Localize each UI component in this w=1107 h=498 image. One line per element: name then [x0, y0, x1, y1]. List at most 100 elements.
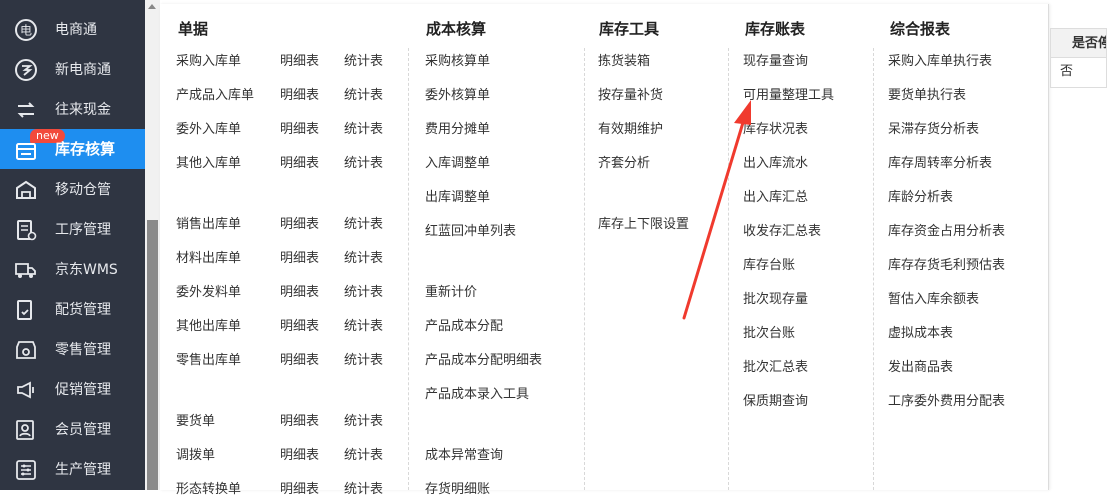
menu-item-report[interactable]: 呆滞存货分析表: [888, 122, 979, 138]
menu-item-doc[interactable]: 材料出库单: [176, 251, 241, 267]
table-header-cell[interactable]: 是否停: [1050, 28, 1107, 58]
menu-item-ledger[interactable]: 库存状况表: [743, 122, 808, 138]
process-icon: [17, 220, 37, 241]
menu-item-doc[interactable]: 销售出库单: [176, 217, 241, 233]
menu-item-cost[interactable]: 产品成本分配明细表: [425, 353, 542, 369]
menu-item-ledger[interactable]: 出入库汇总: [743, 190, 808, 206]
menu-item-doc[interactable]: 调拨单: [176, 448, 215, 464]
sidebar-item-cash[interactable]: 往来现金: [0, 90, 145, 130]
sidebar-item-label: 零售管理: [55, 342, 111, 358]
menu-item-detail[interactable]: 明细表: [280, 482, 319, 498]
menu-item-tool[interactable]: 齐套分析: [598, 156, 650, 172]
menu-item-detail[interactable]: 明细表: [280, 285, 319, 301]
menu-item-report[interactable]: 库龄分析表: [888, 190, 953, 206]
sidebar-item-inventory[interactable]: new 库存核算: [0, 129, 145, 169]
menu-item-report[interactable]: 发出商品表: [888, 360, 953, 376]
menu-item-detail[interactable]: 明细表: [280, 448, 319, 464]
sidebar-item-label: 移动仓管: [55, 182, 111, 198]
menu-item-cost[interactable]: 入库调整单: [425, 156, 490, 172]
menu-item-report[interactable]: 工序委外费用分配表: [888, 394, 1005, 410]
menu-item-report[interactable]: 库存资金占用分析表: [888, 224, 1005, 240]
menu-item-tool[interactable]: 拣货装箱: [598, 54, 650, 70]
scroll-up-arrow-icon[interactable]: [148, 4, 156, 9]
menu-item-report[interactable]: 暂估入库余额表: [888, 292, 979, 308]
menu-item-ledger[interactable]: 批次现存量: [743, 292, 808, 308]
menu-item-stats[interactable]: 统计表: [344, 285, 383, 301]
menu-item-ledger[interactable]: 库存台账: [743, 258, 795, 274]
sidebar-item-ecommerce[interactable]: 电 电商通: [0, 10, 145, 50]
menu-item-detail[interactable]: 明细表: [280, 122, 319, 138]
menu-item-cost[interactable]: 成本异常查询: [425, 448, 503, 464]
menu-item-detail[interactable]: 明细表: [280, 156, 319, 172]
menu-item-stats[interactable]: 统计表: [344, 217, 383, 233]
menu-item-cost[interactable]: 采购核算单: [425, 54, 490, 70]
column-header-reports: 综合报表: [890, 20, 951, 38]
menu-item-stats[interactable]: 统计表: [344, 88, 383, 104]
menu-item-doc[interactable]: 其他出库单: [176, 319, 241, 335]
menu-item-ledger[interactable]: 现存量查询: [743, 54, 808, 70]
menu-item-detail[interactable]: 明细表: [280, 319, 319, 335]
menu-item-available-qty-tool[interactable]: 可用量整理工具: [743, 88, 834, 104]
menu-item-tool[interactable]: 库存上下限设置: [598, 217, 689, 233]
menu-item-stats[interactable]: 统计表: [344, 448, 383, 464]
menu-item-stats[interactable]: 统计表: [344, 353, 383, 369]
menu-item-doc[interactable]: 产成品入库单: [176, 88, 254, 104]
sidebar-item-distribution[interactable]: 配货管理: [0, 290, 145, 330]
sidebar-item-label: 生产管理: [55, 462, 111, 478]
menu-item-detail[interactable]: 明细表: [280, 217, 319, 233]
menu-item-ledger[interactable]: 收发存汇总表: [743, 224, 821, 240]
menu-item-doc[interactable]: 采购入库单: [176, 54, 241, 70]
menu-item-stats[interactable]: 统计表: [344, 319, 383, 335]
menu-item-ledger[interactable]: 出入库流水: [743, 156, 808, 172]
truck-icon: [15, 263, 36, 278]
menu-item-detail[interactable]: 明细表: [280, 353, 319, 369]
menu-item-report[interactable]: 库存存货毛利预估表: [888, 258, 1005, 274]
sidebar-item-promotion[interactable]: 促销管理: [0, 370, 145, 410]
cash-transfer-icon: [17, 102, 35, 118]
menu-item-stats[interactable]: 统计表: [344, 414, 383, 430]
menu-item-doc[interactable]: 要货单: [176, 414, 215, 430]
menu-item-report[interactable]: 要货单执行表: [888, 88, 966, 104]
menu-item-doc[interactable]: 其他入库单: [176, 156, 241, 172]
menu-item-detail[interactable]: 明细表: [280, 251, 319, 267]
menu-item-stats[interactable]: 统计表: [344, 251, 383, 267]
menu-item-tool[interactable]: 按存量补货: [598, 88, 663, 104]
menu-item-detail[interactable]: 明细表: [280, 414, 319, 430]
sidebar-item-process[interactable]: 工序管理: [0, 210, 145, 250]
menu-item-tool[interactable]: 有效期维护: [598, 122, 663, 138]
menu-item-ledger[interactable]: 批次汇总表: [743, 360, 808, 376]
menu-item-ledger[interactable]: 保质期查询: [743, 394, 808, 410]
menu-item-cost[interactable]: 产品成本录入工具: [425, 387, 529, 403]
menu-item-cost[interactable]: 费用分摊单: [425, 122, 490, 138]
menu-item-doc[interactable]: 委外入库单: [176, 122, 241, 138]
menu-item-doc[interactable]: 形态转换单: [176, 482, 241, 498]
menu-item-cost[interactable]: 产品成本分配: [425, 319, 503, 335]
menu-item-stats[interactable]: 统计表: [344, 122, 383, 138]
menu-item-stats[interactable]: 统计表: [344, 156, 383, 172]
column-header-cost: 成本核算: [426, 20, 487, 38]
menu-item-doc[interactable]: 零售出库单: [176, 353, 241, 369]
menu-item-cost[interactable]: 重新计价: [425, 285, 477, 301]
menu-item-cost[interactable]: 委外核算单: [425, 88, 490, 104]
sidebar-item-new-ecommerce[interactable]: 新电商通: [0, 50, 145, 90]
sidebar-item-production[interactable]: 生产管理: [0, 450, 145, 490]
menu-item-cost[interactable]: 红蓝回冲单列表: [425, 224, 516, 240]
menu-item-ledger[interactable]: 批次台账: [743, 326, 795, 342]
menu-item-cost[interactable]: 出库调整单: [425, 190, 490, 206]
menu-item-report[interactable]: 虚拟成本表: [888, 326, 953, 342]
menu-item-report[interactable]: 库存周转率分析表: [888, 156, 992, 172]
menu-item-detail[interactable]: 明细表: [280, 54, 319, 70]
menu-item-detail[interactable]: 明细表: [280, 88, 319, 104]
menu-item-stats[interactable]: 统计表: [344, 482, 383, 498]
sidebar-item-jd-wms[interactable]: 京东WMS: [0, 250, 145, 290]
sidebar-item-retail[interactable]: 零售管理: [0, 330, 145, 370]
sidebar-scrollbar[interactable]: [145, 0, 160, 490]
menu-item-report[interactable]: 采购入库单执行表: [888, 54, 992, 70]
sidebar-item-member[interactable]: 会员管理: [0, 410, 145, 450]
menu-item-stats[interactable]: 统计表: [344, 54, 383, 70]
menu-item-cost[interactable]: 存货明细账: [425, 482, 490, 498]
sidebar-item-mobile-warehouse[interactable]: 移动仓管: [0, 170, 145, 210]
distribution-icon: [17, 300, 32, 320]
menu-item-doc[interactable]: 委外发料单: [176, 285, 241, 301]
scrollbar-thumb[interactable]: [147, 220, 158, 490]
